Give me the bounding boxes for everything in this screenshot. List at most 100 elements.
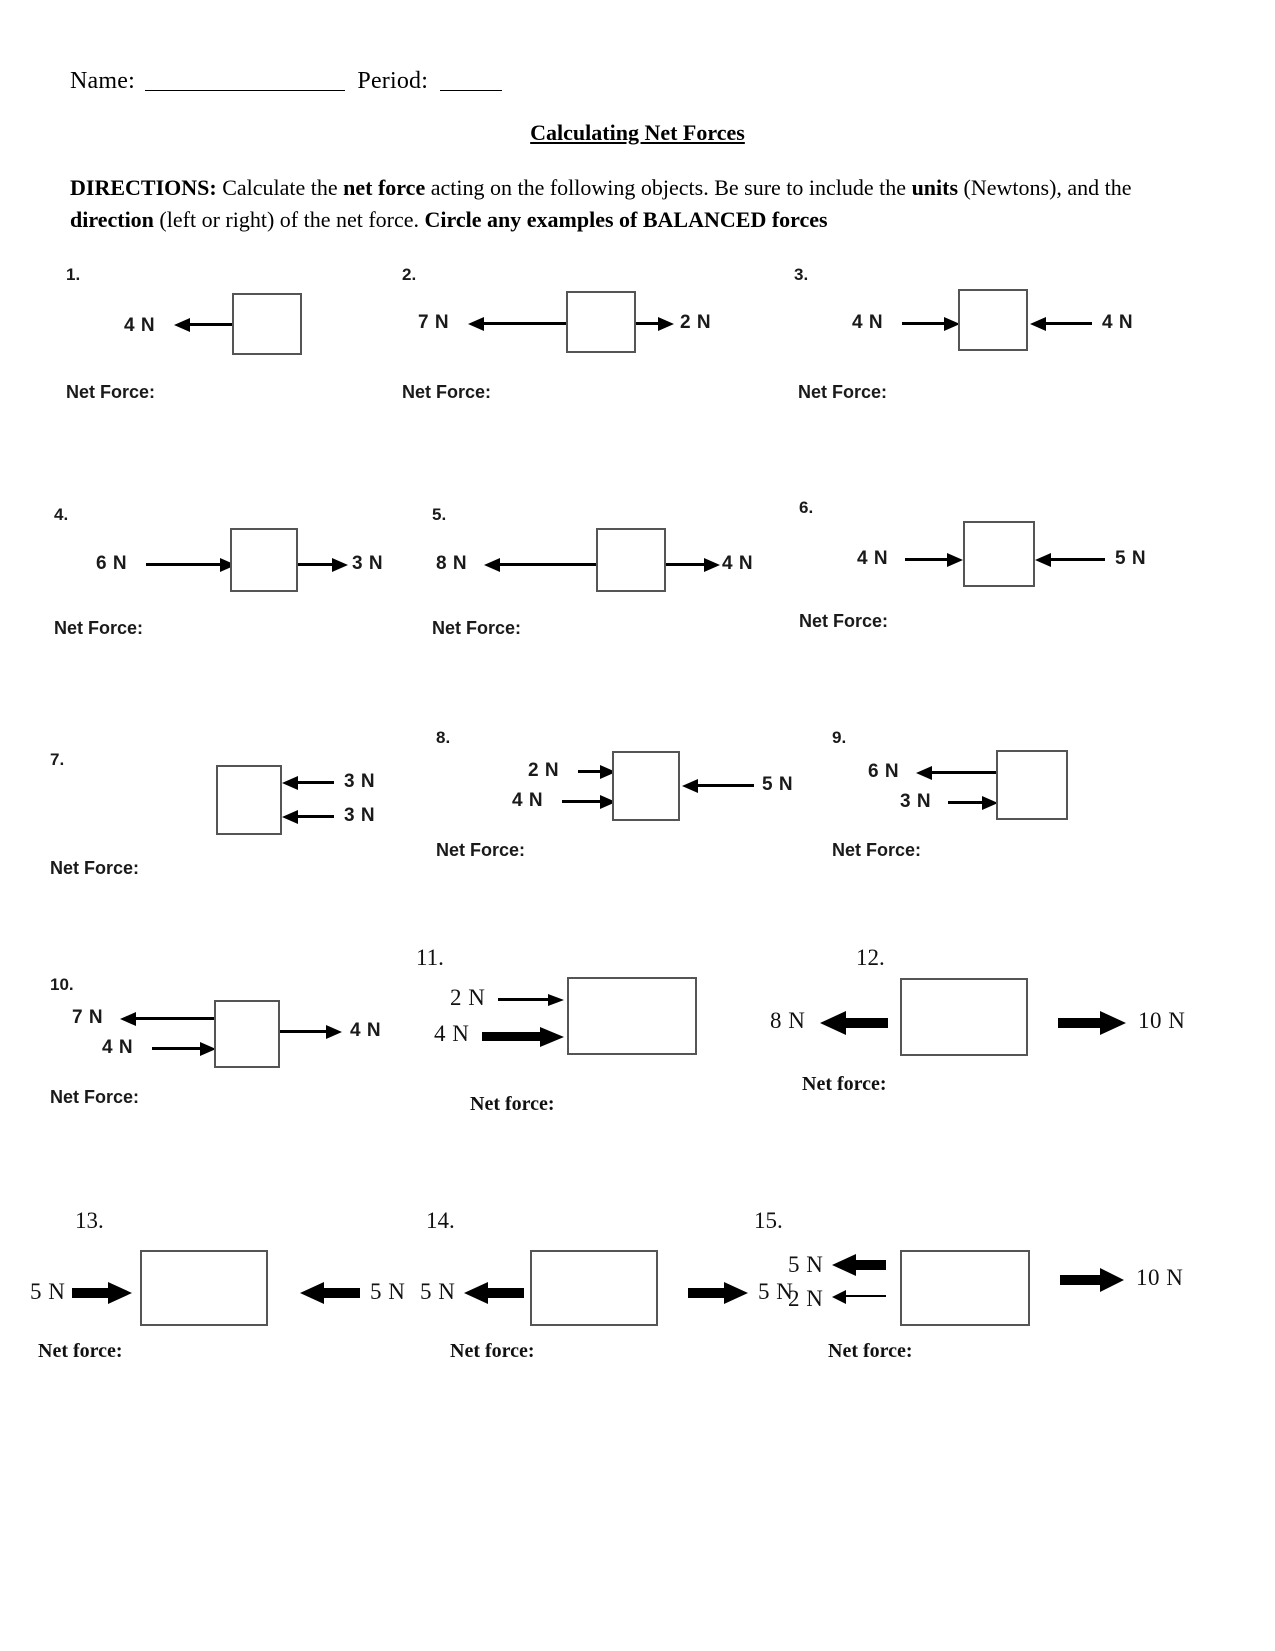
- force-label-4n: 4 N: [434, 1021, 470, 1046]
- net-force-answer-label[interactable]: Net Force:: [66, 382, 155, 403]
- problem-number: 14.: [426, 1208, 455, 1233]
- object-box: [232, 293, 302, 355]
- problem-4: 4. 6 N 3 N Net Force:: [50, 505, 430, 655]
- arrow-right-2n: [636, 317, 674, 331]
- name-blank-field[interactable]: [145, 90, 346, 91]
- force-label-10n: 10 N: [1136, 1265, 1184, 1290]
- arrow-right-5n: [72, 1282, 132, 1304]
- problem-number: 10.: [50, 975, 74, 994]
- arrow-left-8n: [484, 558, 596, 572]
- arrow-left-6n: [916, 766, 998, 780]
- force-label-8n-left: 8 N: [436, 553, 468, 574]
- arrow-left-3n-lower: [282, 810, 334, 824]
- object-box: [230, 528, 298, 592]
- force-label-4n-right: 4 N: [350, 1020, 382, 1041]
- arrow-right-10n: [1060, 1268, 1124, 1292]
- page-title: Calculating Net Forces: [530, 120, 745, 145]
- force-label-4n-left: 4 N: [857, 548, 889, 569]
- directions-text-2: acting on the following objects. Be sure…: [425, 175, 912, 200]
- arrow-left-5n-upper: [832, 1254, 886, 1276]
- problem-number: 1.: [66, 265, 81, 284]
- net-force-answer-label[interactable]: Net force:: [828, 1340, 913, 1363]
- problem-11: 11. 2 N 4 N Net force:: [412, 945, 752, 1125]
- object-box: [216, 765, 282, 835]
- arrow-left-5n: [1035, 553, 1105, 567]
- problem-number: 12.: [856, 945, 885, 970]
- arrow-right-3n: [298, 558, 348, 572]
- name-label: Name:: [70, 68, 135, 94]
- object-box: [214, 1000, 280, 1068]
- arrow-left-8n: [820, 1011, 888, 1035]
- net-force-answer-label[interactable]: Net Force:: [432, 618, 521, 639]
- force-label-4n-right: 4 N: [722, 553, 754, 574]
- object-box: [596, 528, 666, 592]
- net-force-answer-label[interactable]: Net force:: [470, 1093, 555, 1116]
- force-label-2n: 2 N: [450, 985, 486, 1010]
- object-box: [567, 977, 697, 1055]
- arrow-left-5n: [300, 1282, 360, 1304]
- problem-number: 9.: [832, 728, 847, 747]
- object-box: [566, 291, 636, 353]
- object-box: [996, 750, 1068, 820]
- problem-6: 6. 4 N 5 N Net Force:: [795, 498, 1195, 648]
- problem-13: 13. 5 N 5 N Net force:: [30, 1200, 410, 1380]
- net-force-answer-label[interactable]: Net Force:: [798, 382, 887, 403]
- problem-number: 5.: [432, 505, 447, 524]
- force-label-7n-left: 7 N: [418, 312, 450, 333]
- arrow-left-7n: [120, 1012, 216, 1026]
- problem-9: 9. 6 N 3 N Net Force:: [828, 728, 1208, 888]
- net-force-answer-label[interactable]: Net Force:: [799, 611, 888, 632]
- arrow-left-5n: [682, 779, 754, 793]
- problem-10: 10. 7 N 4 N 4 N Net Force:: [46, 975, 426, 1135]
- period-blank-field[interactable]: [440, 90, 503, 91]
- problem-1: 1. 4 N Net Force:: [62, 265, 432, 415]
- net-force-answer-label[interactable]: Net Force:: [50, 1087, 139, 1108]
- net-force-answer-label[interactable]: Net force:: [802, 1073, 887, 1096]
- directions-text-3: (Newtons), and the: [958, 175, 1132, 200]
- net-force-answer-label[interactable]: Net Force:: [50, 858, 139, 879]
- force-label-8n: 8 N: [770, 1008, 806, 1033]
- arrow-right-2n: [498, 993, 564, 1007]
- force-label-5n-right: 5 N: [1115, 548, 1147, 569]
- directions-text-4: (left or right) of the net force.: [153, 206, 425, 232]
- problem-15: 15. 5 N 2 N 10 N Net force:: [748, 1200, 1188, 1380]
- arrow-right-4n: [905, 553, 963, 567]
- force-label-4n-left: 4 N: [124, 315, 156, 336]
- problem-number: 8.: [436, 728, 451, 747]
- problem-number: 2.: [402, 265, 417, 284]
- force-label-2n-right: 2 N: [680, 312, 712, 333]
- net-force-answer-label[interactable]: Net Force:: [402, 382, 491, 403]
- directions-emphasis-units: units: [911, 175, 959, 200]
- arrow-right-10n: [1058, 1011, 1126, 1035]
- arrow-left-3n-upper: [282, 776, 334, 790]
- arrow-left-5n: [464, 1282, 524, 1304]
- force-label-4n-left: 4 N: [852, 312, 884, 333]
- name-period-line: Name: Period:: [70, 68, 503, 95]
- net-force-answer-label[interactable]: Net force:: [450, 1340, 535, 1363]
- arrow-right-4n-left-side: [152, 1042, 216, 1056]
- directions-emphasis-direction: direction: [70, 206, 154, 232]
- arrow-right-5n: [688, 1282, 748, 1304]
- net-force-answer-label[interactable]: Net Force:: [832, 840, 921, 861]
- problem-7: 7. 3 N 3 N Net Force:: [46, 740, 426, 900]
- net-force-answer-label[interactable]: Net Force:: [54, 618, 143, 639]
- problem-number: 3.: [794, 265, 809, 284]
- directions-emphasis-net-force: net force: [343, 175, 426, 200]
- net-force-answer-label[interactable]: Net Force:: [436, 840, 525, 861]
- net-force-answer-label[interactable]: Net force:: [38, 1340, 123, 1363]
- arrow-right-4n: [562, 795, 616, 809]
- directions-emphasis-circle-balanced: Circle any examples of BALANCED forces: [424, 206, 828, 232]
- object-box: [612, 751, 680, 821]
- arrow-right-3n: [948, 796, 998, 810]
- force-label-4n-left: 4 N: [102, 1037, 134, 1058]
- arrow-right-4n-right-side: [280, 1025, 342, 1039]
- arrow-left-4n: [174, 318, 234, 332]
- arrow-right-6n: [146, 558, 236, 572]
- directions-prefix: DIRECTIONS:: [70, 175, 217, 200]
- object-box: [900, 1250, 1030, 1326]
- object-box: [530, 1250, 658, 1326]
- force-label-3n-lower: 3 N: [344, 805, 376, 826]
- problem-12: 12. 8 N 10 N Net force:: [760, 945, 1190, 1125]
- problem-number: 7.: [50, 750, 65, 769]
- period-label: Period:: [357, 68, 429, 94]
